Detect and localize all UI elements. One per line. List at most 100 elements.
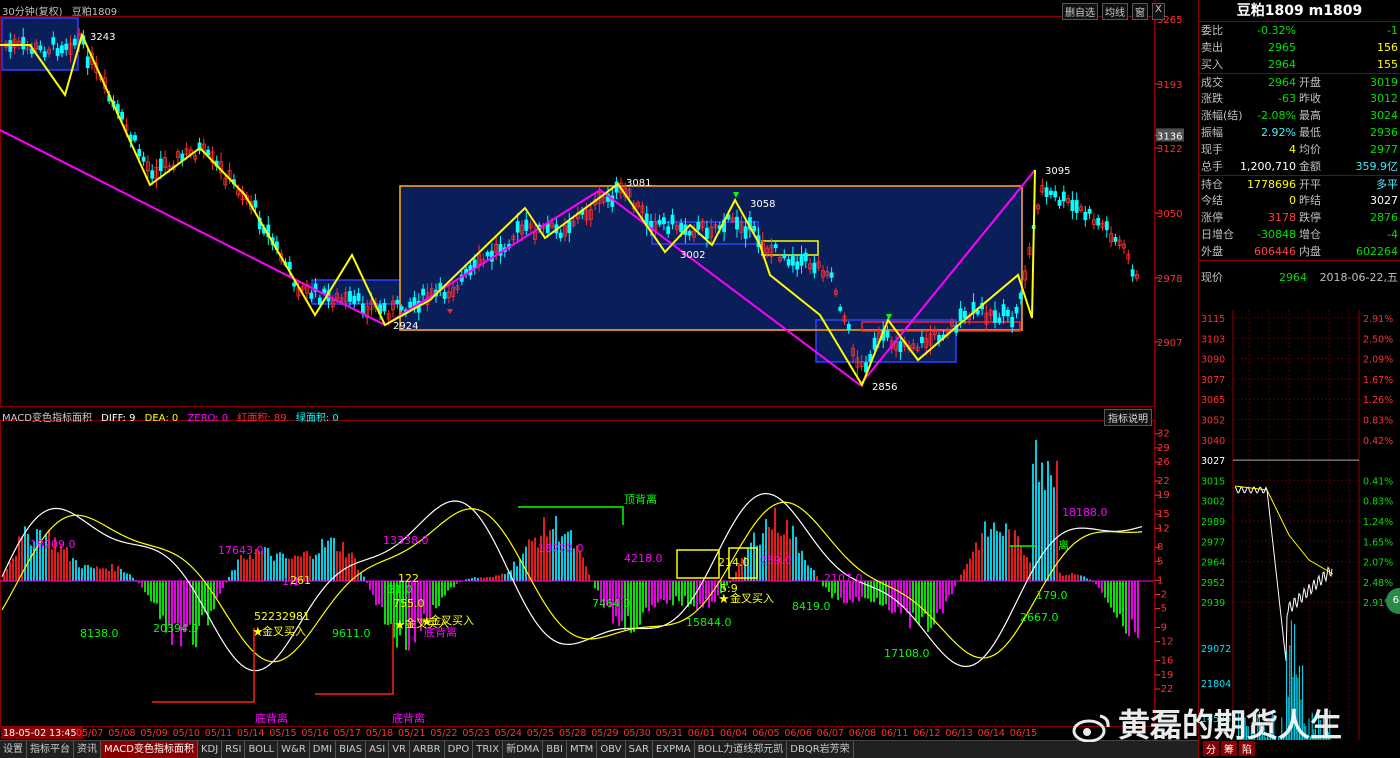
candle-body [485, 252, 490, 257]
indicator-tab[interactable]: MACD变色指标面积 [101, 741, 198, 758]
quote-label: 日增仓 [1201, 228, 1234, 241]
mini-pct-tick: 1.24% [1363, 517, 1393, 528]
indicator-tab[interactable]: 新DMA [503, 741, 544, 758]
quote-value: 1,200,710 [1240, 160, 1296, 173]
indicator-tab[interactable]: DMI [310, 741, 337, 758]
indicator-tab[interactable]: BOLL力道线郑元凯 [695, 741, 788, 758]
window-button[interactable]: 窗 [1132, 3, 1148, 20]
chart-area[interactable]: 3265 3193 3136 3122 3050 2978 2907 3243 2924 3081… [0, 0, 1198, 740]
quote-value: 156 [1377, 41, 1398, 54]
indicator-tab[interactable]: TRIX [473, 741, 504, 758]
macd-annotation: 9611.0 [332, 627, 371, 640]
candle-body [85, 56, 90, 69]
macd-annotation: 8419.0 [792, 600, 831, 613]
macd-annotation: 4218.0 [624, 552, 663, 565]
candle-body [735, 216, 739, 230]
quote-row: 涨停 3178 跌停 2876 [1199, 209, 1400, 226]
chart-header: 30分钟(复权) 豆粕1809 [2, 3, 123, 18]
indicator-tab[interactable]: BIAS [336, 741, 367, 758]
indicator-tab[interactable]: EXPMA [653, 741, 695, 758]
ma-button[interactable]: 均线 [1102, 3, 1128, 20]
candle-body [795, 261, 800, 270]
date-tick: 05/31 [656, 728, 683, 739]
quote-row: 买入 2964 155 [1199, 56, 1400, 73]
indicator-tab[interactable]: BOLL [245, 741, 279, 758]
candle-body [51, 37, 56, 45]
candle-body [1130, 269, 1135, 277]
kline-macd-chart[interactable]: 3265319331363122305029782907324329243081… [0, 0, 1198, 740]
indicator-tab[interactable]: 指标平台 [27, 741, 74, 758]
candle-body [150, 170, 155, 179]
quote-value: 602264 [1356, 245, 1398, 258]
candle-body [696, 222, 701, 230]
macd-annotation: 18222.0 [538, 542, 584, 555]
quote-row: 外盘 606446 内盘 602264 [1199, 243, 1400, 260]
indicator-tab[interactable]: DPO [445, 741, 474, 758]
indicator-tab[interactable]: KDJ [198, 741, 223, 758]
candle-body [670, 214, 675, 225]
quote-row: 涨跌 -63 昨收 3012 [1199, 90, 1400, 107]
mini-price-tick: 3002 [1201, 497, 1225, 508]
indicator-tab[interactable]: SAR [626, 741, 653, 758]
kline-point-label: 2924 [393, 321, 418, 332]
candle-body [515, 221, 520, 233]
mini-vol-tick: 29072 [1201, 644, 1231, 655]
remove-watch-button[interactable]: 删自选 [1062, 3, 1098, 20]
candle-body [309, 292, 314, 299]
quote-value: -0.32% [1257, 24, 1296, 37]
indicator-tab[interactable]: VR [389, 741, 411, 758]
quote-label: 振幅 [1201, 126, 1223, 139]
date-tick: 05/10 [173, 728, 200, 739]
date-tick: 05/21 [398, 728, 425, 739]
indicator-tab[interactable]: ARBR [410, 741, 445, 758]
candle-body [1087, 208, 1092, 214]
indicator-tab[interactable]: DBQR岩芳荣 [787, 741, 854, 758]
quote-title: 豆粕1809 m1809 [1199, 0, 1400, 22]
quote-value: 3012 [1370, 92, 1398, 105]
indicator-tab[interactable]: OBV [597, 741, 626, 758]
candle-body [408, 301, 413, 308]
indicator-tab[interactable]: MTM [567, 741, 598, 758]
date-tick: 18-05-02 13:45 [3, 728, 77, 739]
quote-label: 开盘 [1299, 76, 1321, 89]
candle-body [898, 341, 903, 353]
quote-label: 增仓 [1299, 228, 1321, 241]
mini-pct-tick: 1.65% [1363, 537, 1393, 548]
indicator-tab[interactable]: 设置 [0, 741, 27, 758]
indicator-tab[interactable]: W&R [278, 741, 310, 758]
candle-body [442, 291, 447, 299]
quote-label: 跌停 [1299, 211, 1321, 224]
macd-diff: DIFF: 9 [101, 413, 136, 424]
date-tick: 05/11 [205, 728, 232, 739]
watermark-text: 黄磊的期货人生 [1118, 706, 1343, 744]
intraday-chart[interactable]: 3115 2.91% 3103 2.50% 3090 2.09% 3077 1.67% 3065… [1199, 310, 1400, 740]
mini-price-tick: 3027 [1201, 456, 1225, 467]
indicator-tab[interactable]: 资讯 [74, 741, 101, 758]
macd-zero: ZERO: 0 [187, 413, 229, 424]
candle-body [993, 310, 997, 323]
date-tick: 06/11 [881, 728, 908, 739]
macd-annotation: 金叉买入 [730, 591, 774, 605]
quote-label: 委比 [1201, 24, 1223, 37]
candle-body [1083, 211, 1088, 221]
indicator-tab[interactable]: RSI [222, 741, 246, 758]
price-tick: 2907 [1157, 338, 1182, 349]
candle-body [1006, 309, 1010, 317]
trading-app: 3265 3193 3136 3122 3050 2978 2907 3243 2924 3081… [0, 0, 1400, 758]
quote-label: 最低 [1299, 126, 1321, 139]
quote-value: 4 [1289, 143, 1296, 156]
indicator-help-button[interactable]: 指标说明 [1104, 409, 1152, 426]
candle-body [1096, 217, 1101, 226]
indicator-tab[interactable]: ASI [366, 741, 390, 758]
quote-value: 2964 [1268, 76, 1296, 89]
date-tick: 05/25 [527, 728, 554, 739]
candle-body [55, 48, 60, 56]
candle-body [1014, 306, 1019, 314]
indicator-tab[interactable]: BBI [543, 741, 567, 758]
date-tick: 05/07 [76, 728, 103, 739]
quote-row: 涨幅(结) -2.08% 最高 3024 [1199, 107, 1400, 124]
candle-body [1070, 199, 1075, 212]
close-button[interactable]: X [1152, 3, 1165, 20]
candle-body [60, 45, 64, 54]
quote-value: 多平 [1376, 178, 1398, 191]
